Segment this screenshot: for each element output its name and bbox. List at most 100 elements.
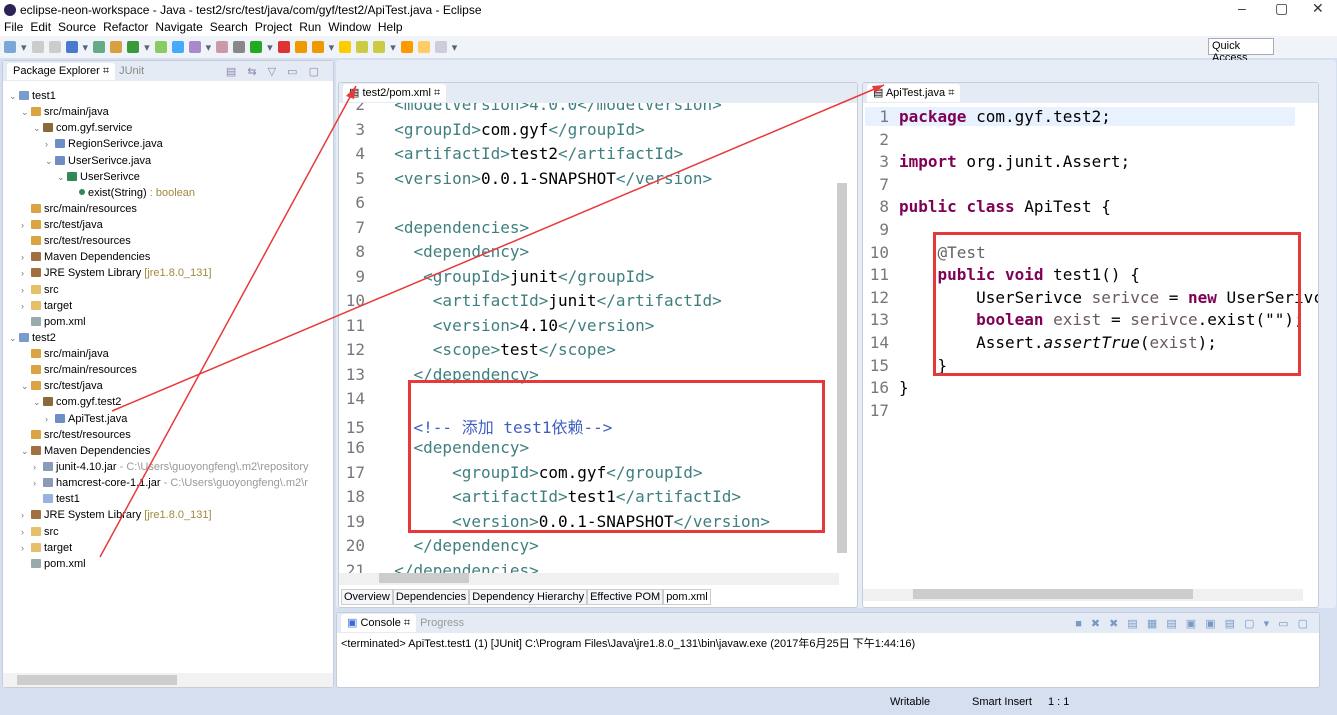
tree-item[interactable]: exist(String) : boolean [69,185,195,201]
tree-item[interactable]: ⌄ test2 [9,330,56,346]
toolbar-button-icon[interactable] [48,41,61,53]
menu-file[interactable]: File [4,20,23,36]
tree-item[interactable]: ⌄ UserSerivce.java [45,153,151,169]
expanded-chevron-icon[interactable]: ⌄ [45,153,55,169]
console-toolbar-icons[interactable]: ■ ✖ ✖ ▤ ▦ ▤ ▣ ▣ ▤ ▢ ▾ ▭ ▢ [1075,617,1311,630]
tree-item[interactable]: › JRE System Library [jre1.8.0_131] [21,507,212,523]
tree-item[interactable]: › hamcrest-core-1.1.jar - C:\Users\guoyon… [33,475,308,491]
toolbar-button-icon[interactable] [93,41,106,53]
collapsed-chevron-icon[interactable]: › [45,136,55,152]
toolbar-button-icon[interactable] [154,41,167,53]
tree-item[interactable]: › RegionSerivce.java [45,136,163,152]
collapsed-chevron-icon[interactable]: › [21,249,31,265]
expanded-chevron-icon[interactable]: ⌄ [9,88,19,104]
pom-vertical-scrollbar[interactable] [837,183,847,553]
quick-access-input[interactable]: Quick Access [1208,38,1274,64]
collapsed-chevron-icon[interactable]: › [21,265,31,281]
toolbar-button-icon[interactable] [434,41,447,53]
toolbar-button-icon[interactable] [233,41,246,53]
toolbar-button-icon[interactable] [31,41,44,53]
java-horizontal-scrollbar[interactable] [863,589,1303,601]
toolbar-button-icon[interactable] [127,41,140,53]
collapsed-chevron-icon[interactable]: › [21,540,31,556]
collapsed-chevron-icon[interactable]: › [21,524,31,540]
menu-edit[interactable]: Edit [30,20,51,36]
dropdown-arrow-icon[interactable]: ▾ [329,41,335,54]
expanded-chevron-icon[interactable]: ⌄ [21,104,31,120]
toolbar-button-icon[interactable] [4,41,16,53]
tree-item[interactable]: › src [21,524,59,540]
toolbar-button-icon[interactable] [110,41,123,53]
toolbar-button-icon[interactable] [339,41,352,53]
pom-page-tab-dependencies[interactable]: Dependencies [392,589,470,605]
tree-item[interactable]: test1 [33,491,80,507]
dropdown-arrow-icon[interactable]: ▾ [390,41,396,54]
collapsed-chevron-icon[interactable]: › [21,298,31,314]
pom-page-tab-effective-pom[interactable]: Effective POM [587,589,664,605]
view-menu-icons[interactable]: ▤ ⇆ ▽ ▭ ▢ [226,65,323,78]
menu-navigate[interactable]: Navigate [155,20,202,36]
tab-progress[interactable]: Progress [420,617,464,629]
dropdown-arrow-icon[interactable]: ▾ [21,41,27,54]
toolbar-button-icon[interactable] [171,41,184,53]
dropdown-arrow-icon[interactable]: ▾ [452,41,458,54]
toolbar-button-icon[interactable] [417,41,430,53]
expanded-chevron-icon[interactable]: ⌄ [21,443,31,459]
expanded-chevron-icon[interactable]: ⌄ [21,378,31,394]
tree-item[interactable]: src/test/resources [21,427,131,443]
collapsed-chevron-icon[interactable]: › [33,475,43,491]
menu-help[interactable]: Help [378,20,403,36]
tree-item[interactable]: ⌄ src/main/java [21,104,109,120]
toolbar-button-icon[interactable] [65,41,78,53]
pom-horizontal-scrollbar[interactable] [339,573,839,585]
tree-item[interactable]: › target [21,540,72,556]
tree-item[interactable]: › ApiTest.java [45,411,127,427]
toolbar-button-icon[interactable] [188,41,201,53]
tree-item[interactable]: ⌄ Maven Dependencies [21,443,150,459]
dropdown-arrow-icon[interactable]: ▾ [206,41,212,54]
toolbar-button-icon[interactable] [400,41,413,53]
tree-horizontal-scrollbar[interactable] [3,673,333,687]
pom-page-tab-dependency-hierarchy[interactable]: Dependency Hierarchy [469,589,588,605]
tree-item[interactable]: pom.xml [21,314,86,330]
tab-pom-xml[interactable]: ▤ test2/pom.xml ⌗ [343,84,447,102]
tree-item[interactable]: ⌄ test1 [9,88,56,104]
maximize-button[interactable]: ▢ [1275,0,1288,17]
expanded-chevron-icon[interactable]: ⌄ [33,120,43,136]
toolbar-button-icon[interactable] [311,41,324,53]
tab-junit[interactable]: JUnit [119,65,144,77]
expanded-chevron-icon[interactable]: ⌄ [33,394,43,410]
menu-window[interactable]: Window [328,20,371,36]
collapsed-chevron-icon[interactable]: › [45,411,55,427]
expanded-chevron-icon[interactable]: ⌄ [9,330,19,346]
toolbar-button-icon[interactable] [356,41,369,53]
collapsed-chevron-icon[interactable]: › [21,507,31,523]
toolbar-button-icon[interactable] [294,41,307,53]
collapsed-chevron-icon[interactable]: › [21,217,31,233]
menu-refactor[interactable]: Refactor [103,20,148,36]
toolbar-button-icon[interactable] [373,41,386,53]
tree-item[interactable]: › JRE System Library [jre1.8.0_131] [21,265,212,281]
tree-item[interactable]: ⌄ src/test/java [21,378,103,394]
tree-item[interactable]: › Maven Dependencies [21,249,150,265]
tree-item[interactable]: src/main/resources [21,362,137,378]
tree-item[interactable]: › target [21,298,72,314]
tree-item[interactable]: › src/test/java [21,217,103,233]
tree-item[interactable]: ⌄ com.gyf.service [33,120,132,136]
toolbar-button-icon[interactable] [216,41,229,53]
tree-item[interactable]: ⌄ UserSerivce [57,169,140,185]
pom-page-tab-overview[interactable]: Overview [341,589,393,605]
dropdown-arrow-icon[interactable]: ▾ [83,41,89,54]
tree-item[interactable]: pom.xml [21,556,86,572]
menu-run[interactable]: Run [299,20,321,36]
tab-package-explorer[interactable]: Package Explorer ⌗ [7,62,116,80]
tree-item[interactable]: ⌄ com.gyf.test2 [33,394,121,410]
tree-item[interactable]: › src [21,282,59,298]
toolbar-button-icon[interactable] [277,41,290,53]
toolbar-button-icon[interactable] [250,41,263,53]
close-button[interactable]: ✕ [1312,0,1324,17]
pom-page-tab-pom-xml[interactable]: pom.xml [663,589,711,605]
collapsed-chevron-icon[interactable]: › [21,282,31,298]
tree-item[interactable]: src/test/resources [21,233,131,249]
tree-item[interactable]: › junit-4.10.jar - C:\Users\guoyongfeng\.… [33,459,309,475]
